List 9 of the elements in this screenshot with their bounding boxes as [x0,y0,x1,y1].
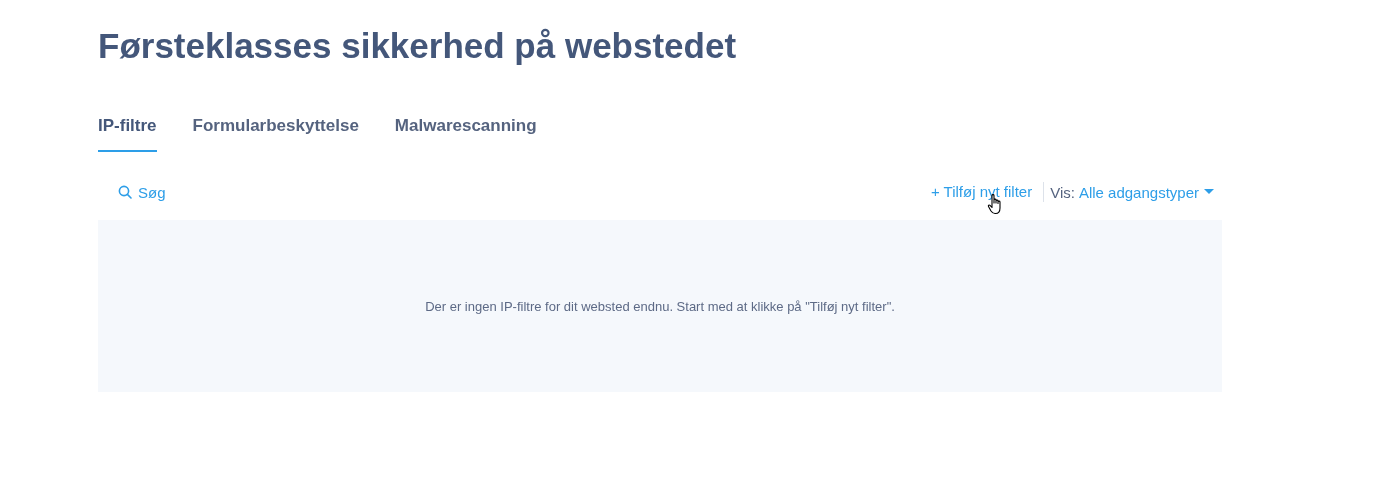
tab[interactable]: IP-filtre [98,116,157,152]
empty-message: Der er ingen IP-filtre for dit websted endnu. Start med at klikke på "Tilføj nyt filter". [425,298,895,314]
view-label: Vis: [1050,183,1075,201]
tab[interactable]: Formularbeskyttelse [192,116,359,152]
access-type-dropdown[interactable]: Alle adgangstyper [1078,183,1214,201]
caret-icon [1204,189,1214,195]
search-icon [118,185,132,199]
page-title: Førsteklasses sikkerhed på webstedet [98,25,738,67]
tab[interactable]: Malwarescanning [394,116,537,152]
